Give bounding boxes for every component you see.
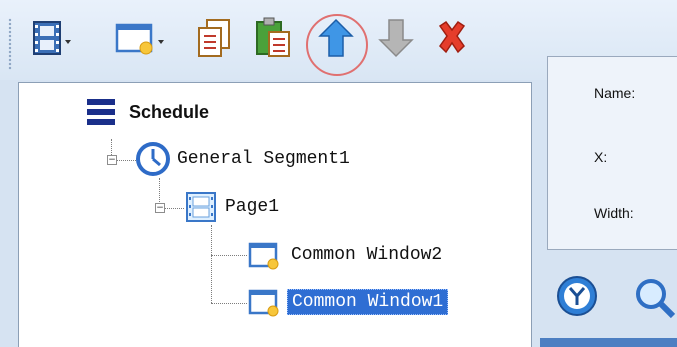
tree-node-page[interactable]: Page1 bbox=[183, 189, 279, 225]
copy-button[interactable] bbox=[195, 16, 235, 60]
window-icon bbox=[248, 289, 279, 317]
tree-node-label: Page1 bbox=[225, 197, 280, 217]
window-icon bbox=[248, 242, 279, 270]
add-window-button[interactable] bbox=[114, 16, 174, 60]
schedule-icon bbox=[87, 99, 115, 125]
tree-node-segment[interactable]: General Segment1 bbox=[135, 141, 350, 177]
arrow-down-icon bbox=[378, 19, 414, 58]
paste-button[interactable] bbox=[253, 16, 293, 60]
tree-node-label: Schedule bbox=[129, 101, 210, 122]
chevron-down-icon bbox=[65, 40, 71, 44]
properties-panel: Name: X: Width: bbox=[547, 56, 677, 250]
clock-icon[interactable] bbox=[555, 274, 599, 318]
film-icon bbox=[33, 21, 71, 55]
tree-connector bbox=[211, 303, 247, 304]
expander-page[interactable]: − bbox=[155, 203, 165, 213]
tree-node-label-selected: Common Window1 bbox=[287, 289, 449, 315]
move-down-button[interactable] bbox=[376, 16, 416, 60]
delete-icon bbox=[438, 20, 466, 54]
bottom-toolbar bbox=[547, 250, 677, 347]
new-window-icon bbox=[115, 23, 164, 55]
x-label: X: bbox=[594, 149, 608, 165]
delete-button[interactable] bbox=[432, 16, 472, 60]
chevron-down-icon bbox=[158, 40, 164, 44]
add-page-button[interactable] bbox=[30, 16, 74, 60]
copy-icon bbox=[198, 19, 230, 57]
film-icon bbox=[186, 192, 216, 222]
toolbar-grip[interactable] bbox=[8, 18, 12, 70]
paste-icon bbox=[256, 17, 290, 57]
tree-connector bbox=[211, 255, 247, 256]
expander-segment[interactable]: − bbox=[107, 155, 117, 165]
clock-icon bbox=[136, 142, 170, 176]
tree-connector bbox=[211, 225, 212, 303]
tree-node-common-window2[interactable]: Common Window2 bbox=[247, 238, 442, 272]
search-icon[interactable] bbox=[633, 276, 677, 320]
tree-node-label: General Segment1 bbox=[177, 149, 350, 169]
tree-connector bbox=[116, 160, 136, 161]
tree-node-schedule[interactable]: Schedule bbox=[81, 96, 209, 128]
highlight-circle bbox=[306, 14, 368, 76]
name-label: Name: bbox=[594, 85, 636, 101]
tree-connector bbox=[164, 208, 184, 209]
tree-node-common-window1[interactable]: Common Window1 bbox=[247, 285, 449, 319]
tree-node-label: Common Window2 bbox=[291, 245, 443, 265]
tab-strip bbox=[540, 338, 677, 347]
width-label: Width: bbox=[594, 205, 634, 221]
tree-panel: − − Schedule General Segment1 Page1 Comm… bbox=[18, 82, 532, 347]
